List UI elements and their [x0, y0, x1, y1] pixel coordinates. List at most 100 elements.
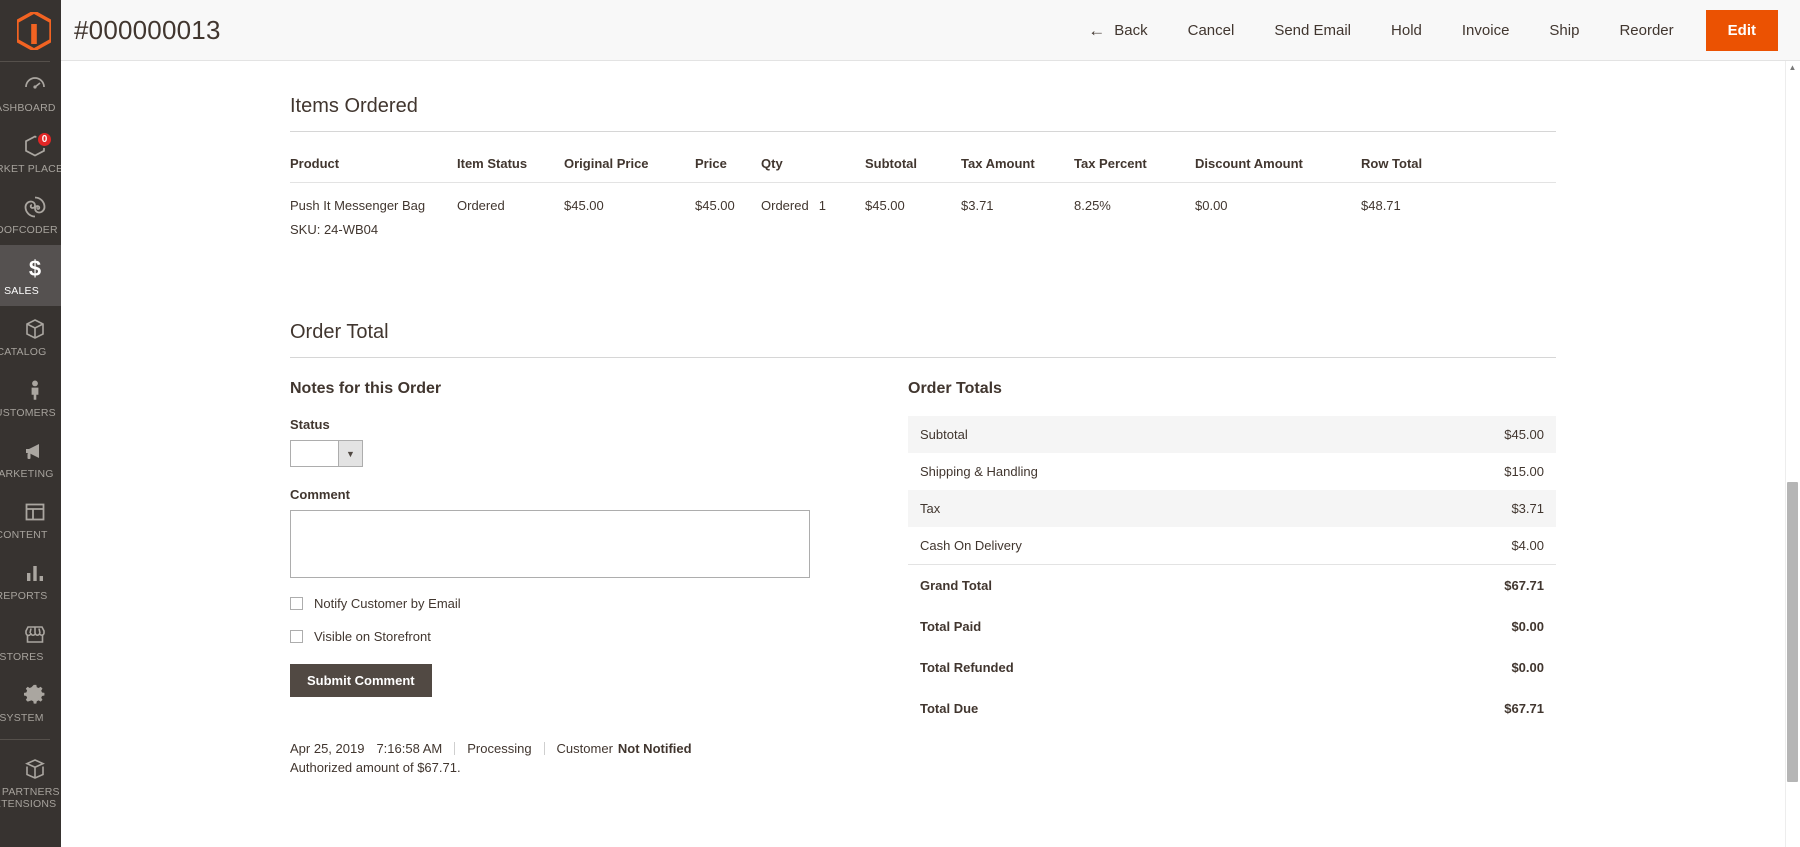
cell-subtotal: $45.00: [865, 198, 905, 213]
scrollbar-thumb[interactable]: [1787, 482, 1798, 782]
button-label: Hold: [1391, 21, 1422, 39]
chevron-down-icon: ▼: [338, 441, 362, 466]
sidebar-item-marketing[interactable]: MARKETING: [0, 428, 61, 489]
reorder-button[interactable]: Reorder: [1599, 10, 1693, 50]
totals-label: Subtotal: [908, 416, 1355, 453]
cell-discount-amount: $0.00: [1195, 198, 1228, 213]
page-scrollbar[interactable]: ▲: [1785, 61, 1800, 847]
sidebar-item-label: CATALOG: [0, 346, 47, 358]
totals-value: $0.00: [1511, 660, 1544, 675]
sidebar-item-catalog[interactable]: CATALOG: [0, 306, 61, 367]
totals-row: Shipping & Handling $15.00: [908, 453, 1556, 490]
notify-customer-checkbox-row[interactable]: Notify Customer by Email: [290, 596, 860, 611]
sidebar-item-label: MARKETING: [0, 468, 54, 480]
svg-text:$: $: [28, 256, 40, 280]
col-row-total: Row Total: [1361, 132, 1556, 183]
items-ordered-table: Product Item Status Original Price Price…: [290, 132, 1556, 243]
sidebar-item-market-place[interactable]: 0 MARKET PLACE: [0, 123, 61, 184]
cancel-button[interactable]: Cancel: [1168, 10, 1255, 50]
header-action-bar: ← Back Cancel Send Email Hold Invoice Ship Reor…: [1068, 0, 1800, 61]
button-label: Reorder: [1619, 21, 1674, 39]
totals-value: $67.71: [1504, 701, 1544, 716]
back-button[interactable]: ← Back: [1068, 10, 1167, 50]
totals-label: Total Refunded: [920, 660, 1014, 675]
col-qty: Qty: [761, 132, 865, 183]
hold-button[interactable]: Hold: [1371, 10, 1442, 50]
qty-label: Ordered: [761, 198, 809, 213]
cell-original-price: $45.00: [564, 198, 604, 213]
sidebar-item-label: REPORTS: [0, 590, 48, 602]
col-price: Price: [695, 132, 761, 183]
col-item-status: Item Status: [457, 132, 564, 183]
cell-item-status: Ordered: [457, 198, 505, 213]
visible-storefront-checkbox-row[interactable]: Visible on Storefront: [290, 629, 860, 644]
sidebar-item-label: CONTENT: [0, 529, 48, 541]
scroll-up-arrow-icon[interactable]: ▲: [1787, 63, 1798, 72]
sidebar-item-label: SYSTEM: [0, 712, 44, 724]
sidebar-item-indofcoder[interactable]: INDOFCODER: [0, 184, 61, 245]
product-name: Push It Messenger Bag: [290, 198, 426, 213]
submit-comment-button[interactable]: Submit Comment: [290, 664, 432, 697]
sidebar-item-label: INDOFCODER: [0, 224, 58, 236]
magento-logo-icon: [16, 11, 51, 50]
edit-button[interactable]: Edit: [1705, 9, 1778, 51]
sidebar-item-label: CUSTOMERS: [0, 407, 56, 419]
bar-chart-icon: [23, 561, 47, 585]
col-discount-amount: Discount Amount: [1195, 132, 1361, 183]
arrow-left-icon: ←: [1088, 20, 1106, 40]
open-box-icon: [23, 757, 47, 781]
admin-order-view-page: DASHBOARD 0 MARKET PLACE INDOFCODER $ SALES CA…: [0, 0, 1800, 847]
history-customer-prefix: Customer: [556, 741, 613, 756]
sidebar-item-system[interactable]: SYSTEM: [0, 672, 61, 733]
totals-row: Cash On Delivery $4.00: [908, 527, 1556, 565]
button-label: Back: [1114, 21, 1148, 39]
status-select-value: [291, 441, 338, 466]
notify-customer-label: Notify Customer by Email: [314, 596, 461, 611]
order-notes-panel: Notes for this Order Status ▼ Comment No…: [290, 380, 860, 775]
cell-product: Push It Messenger Bag SKU: 24-WB04: [290, 183, 457, 244]
cell-row-total: $48.71: [1361, 198, 1401, 213]
totals-label: Tax: [908, 490, 1355, 527]
totals-row: Total Due $67.71: [908, 688, 1556, 729]
comment-input[interactable]: [290, 510, 810, 578]
history-entry-meta: Apr 25, 2019 7:16:58 AM Processing Custo…: [290, 741, 860, 756]
sidebar-item-stores[interactable]: STORES: [0, 611, 61, 672]
status-select[interactable]: ▼: [290, 440, 363, 467]
sidebar-item-sales[interactable]: $ SALES: [0, 245, 61, 306]
notify-customer-checkbox[interactable]: [290, 597, 303, 610]
sidebar-item-content[interactable]: CONTENT: [0, 489, 61, 550]
sidebar-item-find-partners-extensions[interactable]: FIND PARTNERS &EXTENSIONS: [0, 746, 61, 819]
person-icon: [23, 378, 47, 402]
sidebar-item-customers[interactable]: CUSTOMERS: [0, 367, 61, 428]
totals-value: $4.00: [1511, 538, 1544, 553]
button-label: Edit: [1727, 21, 1756, 39]
layout-icon: [23, 500, 47, 524]
order-totals-panel: Order Totals Subtotal $45.00 Shipping & Ha…: [908, 380, 1556, 775]
visible-storefront-checkbox[interactable]: [290, 630, 303, 643]
history-separator-1: [454, 742, 456, 755]
sidebar-item-label: SALES: [4, 285, 39, 297]
box-icon: [23, 317, 47, 341]
status-label: Status: [290, 417, 330, 432]
cell-tax-amount: $3.71: [961, 198, 994, 213]
ship-button[interactable]: Ship: [1529, 10, 1599, 50]
invoice-button[interactable]: Invoice: [1442, 10, 1530, 50]
sidebar-item-reports[interactable]: REPORTS: [0, 550, 61, 611]
order-history-list: Apr 25, 2019 7:16:58 AM Processing Custo…: [290, 741, 860, 775]
visible-storefront-label: Visible on Storefront: [314, 629, 431, 644]
send-email-button[interactable]: Send Email: [1254, 10, 1371, 50]
magento-logo[interactable]: [0, 0, 61, 61]
sidebar-divider-bottom: [0, 739, 50, 740]
page-header: #000000013 ← Back Cancel Send Email Hold Invo…: [61, 0, 1800, 61]
sidebar-item-dashboard[interactable]: DASHBOARD: [0, 62, 61, 123]
totals-value: $67.71: [1355, 564, 1556, 606]
cell-qty: Ordered 1: [761, 183, 865, 244]
items-table-header-row: Product Item Status Original Price Price…: [290, 132, 1556, 183]
button-label: Cancel: [1187, 21, 1235, 39]
order-content: Items Ordered Product Item Status Origin…: [61, 61, 1785, 847]
dollar-icon: $: [23, 256, 47, 280]
sidebar-item-label: MARKET PLACE: [0, 163, 61, 175]
col-subtotal: Subtotal: [865, 132, 961, 183]
cell-tax-percent: 8.25%: [1074, 198, 1111, 213]
history-separator-2: [543, 742, 545, 755]
